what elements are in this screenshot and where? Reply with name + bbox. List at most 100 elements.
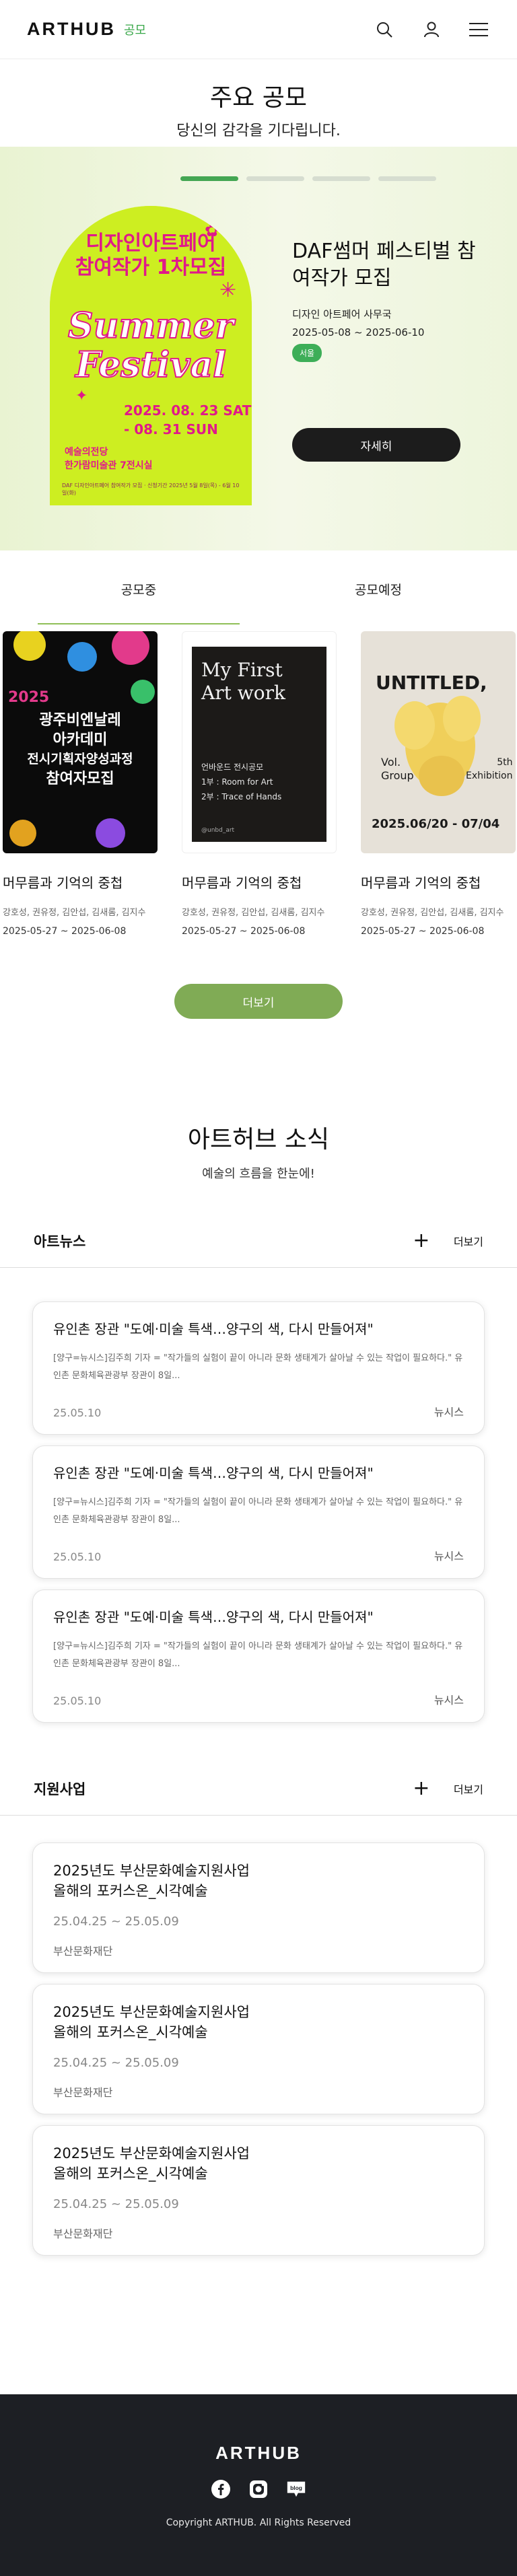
card-title: 머무름과 기억의 중첩 [361, 875, 481, 891]
news-title: 유인촌 장관 "도예·미술 특색…양구의 색, 다시 만들어져" [53, 1609, 374, 1625]
flower-icon: ✿ [205, 221, 219, 241]
support-organization: 부산문화재단 [53, 1945, 113, 1958]
support-card-title: 2025년도 부산문화예술지원사업 올해의 포커스온_시각예술 [53, 2002, 464, 2042]
logo-sub: 공모 [124, 23, 147, 38]
carousel-dot[interactable] [180, 176, 238, 181]
support-card-title: 2025년도 부산문화예술지원사업 올해의 포커스온_시각예술 [53, 2143, 464, 2184]
sparkle-icon: ✦ [75, 388, 88, 404]
support-period: 25.04.25 ~ 25.05.09 [53, 1915, 179, 1929]
blog-icon[interactable]: blog [285, 2478, 307, 2500]
poster-venue2: 한가람미술관 7전시실 [65, 460, 153, 471]
section-title: 아트허브 소식 [187, 1126, 330, 1153]
contest-tabs: 공모중 공모예정 [0, 550, 517, 624]
poster-line2: 참여작가 1차모집 [75, 256, 227, 279]
support-header: 지원사업 + 더보기 [0, 1777, 517, 1816]
poster-sub: 2부 : Trace of Hands [201, 792, 282, 801]
card-poster: My First Art work 언바운드 전시공모 1부 : Room fo… [182, 631, 337, 853]
support-title-line1: 2025년도 부산문화예술지원사업 [53, 1863, 250, 1879]
poster-vol-label: Vol. [381, 756, 401, 768]
plus-icon[interactable]: + [408, 1229, 435, 1252]
poster-lines: 광주비엔날레 아카데미 전시기획자양성과정 참여자모집 [3, 711, 158, 789]
region-badge: 서울 [292, 344, 322, 362]
poster-edition: 5th Exhibition [466, 756, 513, 783]
poster-footnote: DAF 디자인아트페어 참여작가 모집 · 신청기간 2025년 5월 8일(목… [62, 482, 240, 496]
hero-date: 2025-05-08 ~ 2025-06-10 [292, 326, 425, 338]
artnews-title: 아트뉴스 [34, 1233, 86, 1250]
hero-banner: 디자인아트페어 참여작가 1차모집 ✿ ✳ ✦ Summer Festival … [0, 147, 517, 550]
card-artists: 강호성, 권유정, 김안섭, 김새롬, 김지수 [3, 908, 146, 918]
news-card[interactable]: 유인촌 장관 "도예·미술 특색…양구의 색, 다시 만들어져" [양구=뉴시스… [32, 1301, 485, 1435]
poster-word2: Festival [75, 345, 227, 386]
support-title-line2: 올해의 포커스온_시각예술 [53, 2024, 208, 2040]
poster-word1: Summer [67, 306, 234, 347]
logo[interactable]: ARTHUB [27, 19, 116, 40]
user-icon[interactable] [420, 18, 443, 41]
featured-headline: 주요 공모 당신의 감각을 기다립니다. [0, 59, 517, 147]
hero-info: DAF썸머 페스티벌 참여작가 모집 디자인 아트페어 사무국 2025-05-… [292, 238, 494, 362]
footer: ARTHUB blog Copyright ARTHUB. All Rights… [0, 2394, 517, 2576]
poster-sub: 언바운드 전시공모 [201, 762, 264, 772]
support-section: 지원사업 + 더보기 2025년도 부산문화예술지원사업 올해의 포커스온_시각… [0, 1777, 517, 2256]
detail-button[interactable]: 자세히 [292, 428, 460, 462]
news-source: 뉴시스 [434, 1694, 464, 1707]
support-card[interactable]: 2025년도 부산문화예술지원사업 올해의 포커스온_시각예술 25.04.25… [32, 2125, 485, 2256]
facebook-icon[interactable] [210, 2478, 232, 2500]
menu-icon[interactable] [467, 18, 490, 41]
contest-card[interactable]: My First Art work 언바운드 전시공모 1부 : Room fo… [182, 631, 349, 937]
more-button[interactable]: 더보기 [174, 984, 343, 1019]
artnews-more-link[interactable]: 더보기 [454, 1233, 483, 1249]
search-icon[interactable] [373, 18, 396, 41]
news-body: [양구=뉴시스]김주희 기자 = "작가들의 실험이 끝이 아니라 문화 생태계… [53, 1497, 463, 1525]
support-title-line1: 2025년도 부산문화예술지원사업 [53, 2145, 250, 2161]
contest-card[interactable]: UNTITLED, Vol. Group 5th Exhibition 2025… [361, 631, 517, 937]
sparkle-icon: ✳ [219, 279, 237, 302]
poster-title1: My First [201, 659, 283, 681]
poster-sub: 1부 : Room for Art [201, 777, 273, 787]
news-body: [양구=뉴시스]김주희 기자 = "작가들의 실험이 끝이 아니라 문화 생태계… [53, 1641, 463, 1669]
card-title: 머무름과 기억의 중첩 [182, 875, 302, 891]
card-date: 2025-05-27 ~ 2025-06-08 [182, 926, 306, 937]
card-date: 2025-05-27 ~ 2025-06-08 [3, 926, 127, 937]
card-artists: 강호성, 권유정, 김안섭, 김새롬, 김지수 [361, 908, 504, 918]
contest-card[interactable]: 광주비엔날레 아카데미 전시기획자양성과정 참여자모집 2025 머무름과 기억… [3, 631, 170, 937]
artnews-section: 아트뉴스 + 더보기 유인촌 장관 "도예·미술 특색…양구의 색, 다시 만들… [0, 1229, 517, 1723]
tab-ongoing[interactable]: 공모중 [38, 580, 240, 624]
support-title-line1: 2025년도 부산문화예술지원사업 [53, 2004, 250, 2020]
card-poster: 광주비엔날레 아카데미 전시기획자양성과정 참여자모집 2025 [3, 631, 158, 853]
carousel-indicators [180, 176, 436, 181]
support-title-line2: 올해의 포커스온_시각예술 [53, 1883, 208, 1899]
news-source: 뉴시스 [434, 1550, 464, 1563]
poster-line: 아카데미 [53, 731, 108, 748]
poster-exhibition: Exhibition [466, 771, 513, 781]
poster-line1: 디자인아트페어 [85, 231, 216, 255]
poster-line: 전시기획자양성과정 [27, 752, 133, 766]
news-date: 25.05.10 [53, 1406, 102, 1419]
social-links: blog [0, 2478, 517, 2500]
news-section-header: 아트허브 소식 예술의 흐름을 한눈에! [0, 1120, 517, 1182]
poster-line: 광주비엔날레 [39, 712, 121, 729]
news-card[interactable]: 유인촌 장관 "도예·미술 특색…양구의 색, 다시 만들어져" [양구=뉴시스… [32, 1445, 485, 1579]
section-subtitle: 예술의 흐름을 한눈에! [202, 1167, 315, 1181]
instagram-icon[interactable] [248, 2478, 269, 2500]
poster-fifth: 5th [497, 757, 513, 768]
support-organization: 부산문화재단 [53, 2227, 113, 2240]
support-more-link[interactable]: 더보기 [454, 1781, 483, 1797]
tab-upcoming[interactable]: 공모예정 [277, 580, 479, 624]
support-card[interactable]: 2025년도 부산문화예술지원사업 올해의 포커스온_시각예술 25.04.25… [32, 1984, 485, 2114]
hero-poster[interactable]: 디자인아트페어 참여작가 1차모집 ✿ ✳ ✦ Summer Festival … [50, 206, 252, 505]
footer-logo[interactable]: ARTHUB [0, 2443, 517, 2464]
support-card[interactable]: 2025년도 부산문화예술지원사업 올해의 포커스온_시각예술 25.04.25… [32, 1842, 485, 1973]
poster-group: Group [381, 769, 414, 782]
poster-subtitles: 언바운드 전시공모 1부 : Room for Art 2부 : Trace o… [201, 760, 281, 804]
support-title-line2: 올해의 포커스온_시각예술 [53, 2166, 208, 2182]
support-organization: 부산문화재단 [53, 2086, 113, 2099]
news-title: 유인촌 장관 "도예·미술 특색…양구의 색, 다시 만들어져" [53, 1321, 374, 1337]
poster-dates: 2025. 08. 23 SAT - 08. 31 SUN [124, 401, 251, 439]
support-title: 지원사업 [34, 1781, 86, 1797]
carousel-dot[interactable] [246, 176, 304, 181]
plus-icon[interactable]: + [408, 1777, 435, 1800]
news-card[interactable]: 유인촌 장관 "도예·미술 특색…양구의 색, 다시 만들어져" [양구=뉴시스… [32, 1589, 485, 1723]
carousel-dot[interactable] [378, 176, 436, 181]
artnews-header: 아트뉴스 + 더보기 [0, 1229, 517, 1268]
carousel-dot[interactable] [312, 176, 370, 181]
